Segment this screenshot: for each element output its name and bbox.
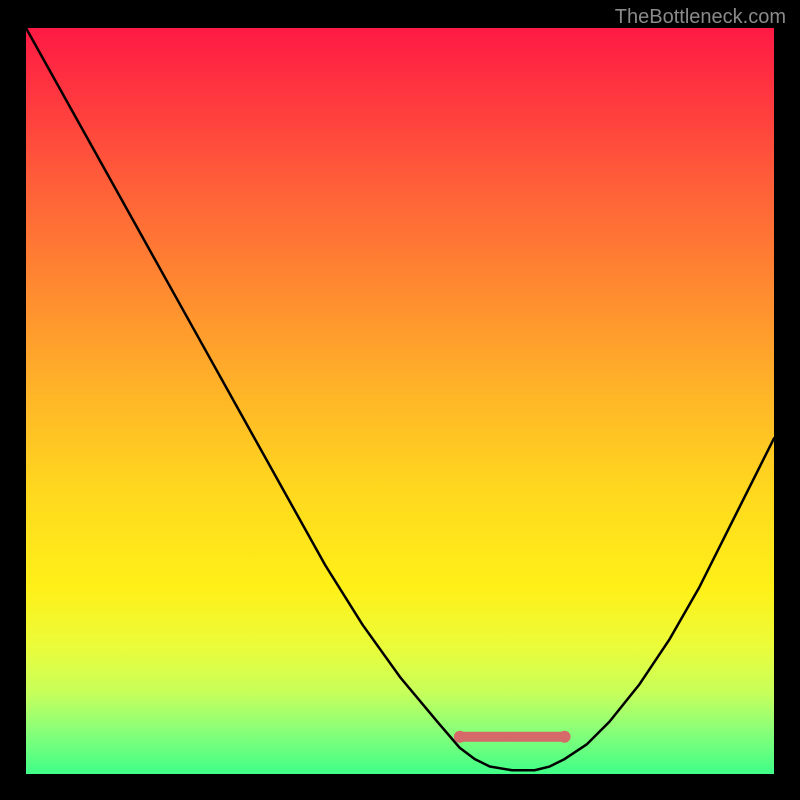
attribution-text: TheBottleneck.com: [615, 6, 786, 29]
flat-band-dot-right: [559, 731, 571, 743]
bottleneck-curve: [26, 28, 774, 770]
curve-svg: [26, 28, 774, 774]
flat-band-dot-left: [454, 731, 466, 743]
gradient-plot-area: [26, 28, 774, 774]
